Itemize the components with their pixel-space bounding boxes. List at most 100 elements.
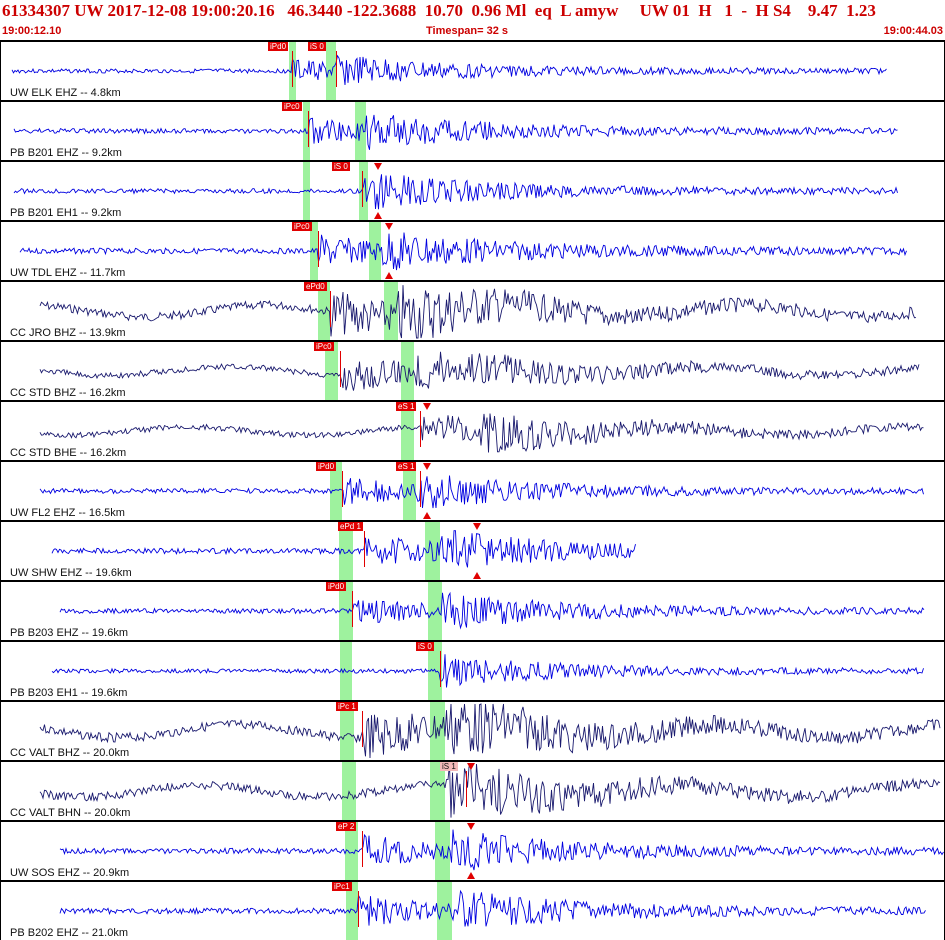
- phase-pick-label[interactable]: iPc1: [332, 882, 352, 891]
- phase-pick-marker[interactable]: [440, 651, 441, 687]
- arrival-marker-up-icon: [423, 512, 431, 519]
- waveform-path: [11, 54, 887, 86]
- event-header: 61334307 UW 2017-12-08 19:00:20.16 46.34…: [0, 0, 945, 40]
- start-time-label: 19:00:12.10: [2, 25, 62, 37]
- phase-pick-label[interactable]: iPc0: [314, 342, 334, 351]
- station-channel-label: PB B201 EHZ -- 9.2km: [10, 147, 122, 159]
- phase-pick-label[interactable]: eP 2: [336, 822, 357, 831]
- station-channel-label: PB B203 EHZ -- 19.6km: [10, 627, 128, 639]
- seismic-waveform: [39, 763, 941, 818]
- phase-pick-marker[interactable]: [292, 51, 293, 87]
- waveform-path: [39, 475, 924, 509]
- phase-pick-label[interactable]: eS 1: [396, 402, 417, 411]
- phase-pick-label[interactable]: ePd0: [304, 282, 327, 291]
- waveform-path: [59, 889, 926, 927]
- station-channel-label: UW SHW EHZ -- 19.6km: [10, 567, 132, 579]
- phase-pick-label[interactable]: iPc0: [282, 102, 302, 111]
- phase-pick-label[interactable]: iS 0: [332, 162, 350, 171]
- trace-panel[interactable]: iPd0 eS 1 UW FL2 EHZ -- 16.5km: [0, 460, 945, 520]
- phase-pick-label[interactable]: iPd0: [268, 42, 289, 51]
- seismogram-panel-stack[interactable]: iPd0 iS 0 UW ELK EHZ -- 4.8km iPc0 PB B201 E…: [0, 40, 945, 940]
- phase-pick-label[interactable]: iS 0: [308, 42, 326, 51]
- trace-panel[interactable]: iPd0 iS 0 UW ELK EHZ -- 4.8km: [0, 40, 945, 100]
- phase-pick-label[interactable]: iPd0: [326, 582, 347, 591]
- phase-pick-marker[interactable]: [340, 351, 341, 387]
- station-channel-label: CC VALT BHN -- 20.0km: [10, 807, 131, 819]
- phase-pick-label[interactable]: ePd 1: [338, 522, 363, 531]
- phase-pick-marker[interactable]: [420, 411, 421, 447]
- seismic-waveform: [39, 351, 920, 391]
- station-channel-label: PB B202 EHZ -- 21.0km: [10, 927, 128, 939]
- seismic-waveform: [59, 889, 926, 927]
- phase-pick-label[interactable]: iS 0: [416, 642, 434, 651]
- arrival-marker-down-icon: [467, 823, 475, 830]
- trace-panel[interactable]: ePd0 CC JRO BHZ -- 13.9km: [0, 280, 945, 340]
- seismic-waveform: [13, 174, 898, 210]
- phase-pick-label[interactable]: iPd0: [316, 462, 337, 471]
- station-channel-label: CC STD BHE -- 16.2km: [10, 447, 127, 459]
- waveform-path: [39, 351, 920, 391]
- trace-panel[interactable]: iS 0 PB B203 EH1 -- 19.6km: [0, 640, 945, 700]
- station-channel-label: UW ELK EHZ -- 4.8km: [10, 87, 121, 99]
- arrival-marker-down-icon: [423, 463, 431, 470]
- waveform-path: [59, 829, 944, 871]
- trace-panel[interactable]: iPd0 PB B203 EHZ -- 19.6km: [0, 580, 945, 640]
- station-channel-label: UW TDL EHZ -- 11.7km: [10, 267, 126, 279]
- trace-panel[interactable]: iPc1 PB B202 EHZ -- 21.0km: [0, 880, 945, 940]
- event-summary-line: 61334307 UW 2017-12-08 19:00:20.16 46.34…: [2, 1, 876, 20]
- arrival-marker-down-icon: [467, 763, 475, 770]
- trace-panel[interactable]: ePd 1 UW SHW EHZ -- 19.6km: [0, 520, 945, 580]
- seismic-waveform: [59, 591, 925, 630]
- trace-panel[interactable]: iPc 1 CC VALT BHZ -- 20.0km: [0, 700, 945, 760]
- station-channel-label: PB B203 EH1 -- 19.6km: [10, 687, 128, 699]
- trace-panel[interactable]: eP 2 UW SOS EHZ -- 20.9km: [0, 820, 945, 880]
- seismic-waveform: [51, 654, 924, 688]
- phase-pick-label[interactable]: eS 1: [396, 462, 417, 471]
- trace-panel[interactable]: iS 0 PB B201 EH1 -- 9.2km: [0, 160, 945, 220]
- timespan-label: Timespan= 32 s: [426, 25, 509, 37]
- seismic-waveform: [39, 475, 924, 509]
- phase-pick-marker[interactable]: [352, 591, 353, 627]
- waveform-path: [39, 285, 917, 339]
- seismic-waveform: [39, 413, 924, 453]
- phase-pick-marker[interactable]: [362, 711, 363, 747]
- trace-panel[interactable]: iPc0 UW TDL EHZ -- 11.7km: [0, 220, 945, 280]
- seismic-waveform: [11, 54, 887, 86]
- trace-panel[interactable]: eS 1 CC STD BHE -- 16.2km: [0, 400, 945, 460]
- phase-pick-marker[interactable]: [420, 471, 421, 507]
- trace-panel[interactable]: iS 1 CC VALT BHN -- 20.0km: [0, 760, 945, 820]
- phase-pick-marker[interactable]: [358, 891, 359, 927]
- phase-pick-marker[interactable]: [330, 291, 331, 327]
- waveform-path: [51, 530, 636, 568]
- seismic-waveform: [19, 232, 907, 271]
- arrival-marker-up-icon: [467, 872, 475, 879]
- phase-pick-label[interactable]: iS 1: [440, 762, 458, 771]
- waveform-path: [19, 232, 907, 271]
- phase-pick-marker[interactable]: [342, 471, 343, 507]
- waveform-path: [59, 591, 925, 630]
- arrival-marker-down-icon: [473, 523, 481, 530]
- phase-pick-marker[interactable]: [318, 231, 319, 267]
- trace-panel[interactable]: iPc0 PB B201 EHZ -- 9.2km: [0, 100, 945, 160]
- phase-pick-marker[interactable]: [336, 51, 337, 87]
- arrival-marker-up-icon: [385, 272, 393, 279]
- station-channel-label: PB B201 EH1 -- 9.2km: [10, 207, 122, 219]
- station-channel-label: CC JRO BHZ -- 13.9km: [10, 327, 126, 339]
- arrival-marker-down-icon: [385, 223, 393, 230]
- phase-pick-marker[interactable]: [308, 111, 309, 147]
- arrival-marker-down-icon: [374, 163, 382, 170]
- phase-pick-label[interactable]: iPc 1: [336, 702, 358, 711]
- phase-pick-marker[interactable]: [362, 171, 363, 207]
- station-channel-label: UW SOS EHZ -- 20.9km: [10, 867, 130, 879]
- station-channel-label: CC VALT BHZ -- 20.0km: [10, 747, 130, 759]
- phase-pick-marker[interactable]: [362, 831, 363, 867]
- seismic-waveform: [39, 703, 941, 759]
- waveform-path: [51, 654, 924, 688]
- waveform-path: [39, 763, 941, 818]
- trace-panel[interactable]: iPc0 CC STD BHZ -- 16.2km: [0, 340, 945, 400]
- arrival-marker-down-icon: [423, 403, 431, 410]
- phase-pick-marker[interactable]: [466, 771, 467, 807]
- phase-pick-marker[interactable]: [364, 531, 365, 567]
- waveform-path: [39, 703, 941, 759]
- phase-pick-label[interactable]: iPc0: [292, 222, 312, 231]
